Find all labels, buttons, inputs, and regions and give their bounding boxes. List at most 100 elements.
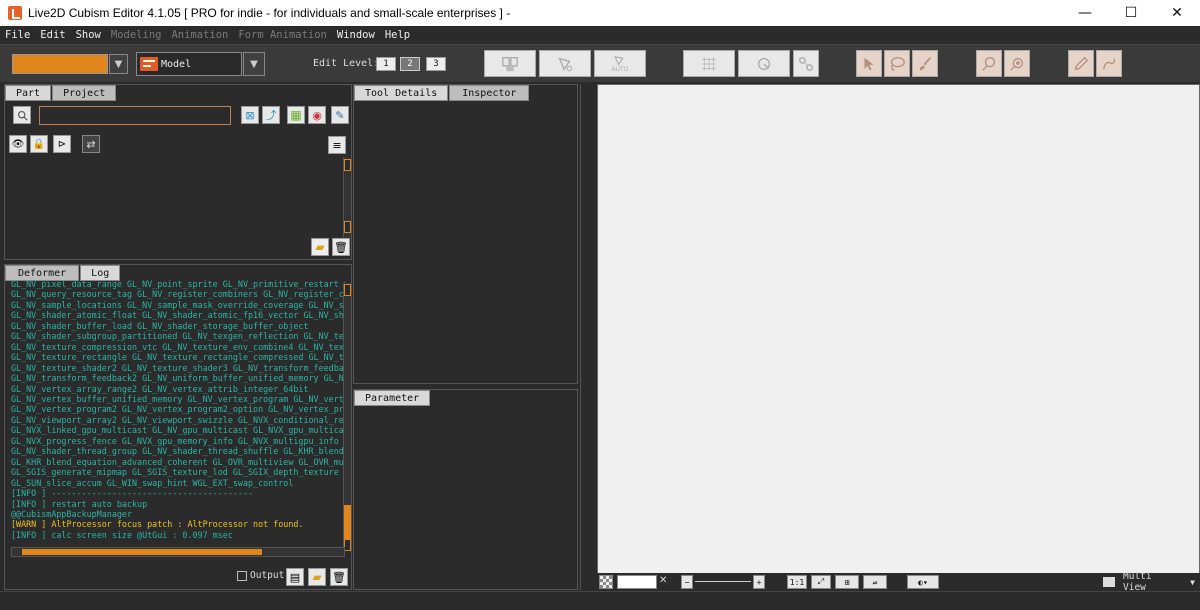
zoom-out-button[interactable]: − — [681, 575, 693, 589]
log-line: GL_NV_vertex_program2 GL_NV_vertex_progr… — [11, 404, 345, 415]
folder-open-icon: ▰ — [312, 570, 322, 584]
log-line: GL_SGIS_generate_mipmap GL_SGIS_texture_… — [11, 467, 345, 478]
tab-part[interactable]: Part — [5, 85, 52, 101]
log-line: GL_NV_transform_feedback2 GL_NV_uniform_… — [11, 373, 345, 384]
output-checkbox[interactable] — [237, 570, 247, 581]
log-scroll-top-marker — [344, 284, 351, 296]
multi-view-button[interactable]: Multi View ▼ — [1103, 571, 1195, 593]
select-all-button[interactable]: ⊠ — [241, 106, 259, 124]
texture-atlas-button[interactable] — [484, 50, 536, 77]
log-scroll-thumb[interactable] — [344, 505, 351, 539]
auto-mesh-button[interactable]: AUTO — [594, 50, 646, 77]
rotation-deformer-button[interactable] — [738, 50, 790, 77]
tab-inspector[interactable]: Inspector — [449, 85, 530, 101]
lasso-icon — [890, 56, 905, 71]
view-toolbar: ✕ − + 1:1 ⤢ ⊞ ⇌ ◐▾ Multi View ▼ — [597, 571, 1200, 593]
menu-window[interactable]: Window — [332, 29, 380, 41]
log-folder-button[interactable]: ▰ — [308, 568, 326, 586]
maximize-button[interactable]: ☐ — [1108, 0, 1154, 26]
document-select[interactable] — [12, 54, 108, 74]
expand-toggle[interactable]: ⊳ — [53, 135, 71, 153]
delete-part-button[interactable]: 🗑 — [332, 238, 350, 256]
log-line: GL_NVX_linked_gpu_multicast GL_NV_gpu_mu… — [11, 425, 345, 436]
zoom-slider[interactable] — [695, 581, 751, 582]
link-button[interactable]: ⤴ — [262, 106, 280, 124]
document-select-chevron-down-icon[interactable]: ▼ — [109, 54, 128, 74]
path-tool-button[interactable] — [1096, 50, 1122, 77]
log-horizontal-scrollbar[interactable] — [11, 547, 345, 557]
search-button[interactable] — [13, 106, 31, 124]
brush-tool-button[interactable] — [912, 50, 938, 77]
minimize-button[interactable]: — — [1062, 0, 1108, 26]
zoom-in-button[interactable]: + — [753, 575, 765, 589]
new-folder-button[interactable]: ▰ — [311, 238, 329, 256]
tab-parameter[interactable]: Parameter — [354, 390, 431, 406]
menu-animation[interactable]: Animation — [166, 29, 233, 41]
pin-tool-button[interactable] — [976, 50, 1002, 77]
log-scroll-bottom-marker — [344, 539, 351, 551]
zoom-close-icon[interactable]: ✕ — [659, 575, 667, 586]
log-copy-button[interactable]: ▤ — [286, 568, 304, 586]
trash-icon: 🗑 — [332, 570, 346, 584]
plus-icon: + — [756, 577, 762, 587]
pin-settings-button[interactable] — [1004, 50, 1030, 77]
edit-level-2-button[interactable]: 2 — [400, 57, 420, 71]
part-search-input[interactable] — [39, 106, 231, 125]
arrow-tool-button[interactable] — [856, 50, 882, 77]
warp-deformer-button[interactable] — [683, 50, 735, 77]
visibility-toggle[interactable]: 👁 — [9, 135, 27, 153]
tab-tool-details[interactable]: Tool Details — [354, 85, 449, 101]
log-line: GL_KHR_blend_equation_advanced_coherent … — [11, 456, 345, 467]
model-select-chevron-down-icon[interactable]: ▼ — [243, 52, 265, 76]
edit-level-1-button[interactable]: 1 — [376, 57, 396, 71]
view-canvas[interactable] — [597, 84, 1200, 574]
menu-show[interactable]: Show — [71, 29, 106, 41]
mesh-icon — [558, 57, 573, 71]
flip-view-button[interactable]: ⇌ — [863, 575, 887, 589]
lock-toggle[interactable]: 🔒 — [30, 135, 48, 153]
main-toolbar: ▼ Model ▼ Edit Level: 1 2 3 AUTO — [0, 44, 1200, 82]
new-part-button[interactable]: ▦ — [287, 106, 305, 124]
log-output: GL_NV_pixel_data_range GL_NV_point_sprit… — [11, 279, 345, 549]
log-clear-button[interactable]: 🗑 — [330, 568, 348, 586]
eye-icon: 👁 — [11, 138, 25, 150]
menu-edit[interactable]: Edit — [35, 29, 70, 41]
panel-splitter[interactable] — [580, 84, 595, 590]
log-scrollbar[interactable] — [343, 283, 351, 551]
app-logo-icon — [8, 6, 22, 20]
actual-size-button[interactable]: 1:1 — [787, 575, 807, 589]
pen-button[interactable]: ✎ — [331, 106, 349, 124]
menu-help[interactable]: Help — [380, 29, 415, 41]
grid-view-button[interactable]: ⊞ — [835, 575, 859, 589]
hamburger-menu-icon: ≡ — [332, 138, 342, 152]
menu-modeling[interactable]: Modeling — [106, 29, 167, 41]
menu-file[interactable]: File — [0, 29, 35, 41]
lasso-tool-button[interactable] — [884, 50, 910, 77]
grid-icon: ⊞ — [844, 577, 850, 587]
log-hscroll-thumb[interactable] — [22, 549, 262, 555]
transparency-toggle[interactable] — [599, 575, 613, 589]
output-option[interactable]: Output — [237, 570, 284, 581]
part-scrollbar[interactable] — [343, 157, 351, 239]
zoom-input[interactable] — [617, 575, 657, 589]
menu-bar: File Edit Show Modeling Animation Form Animat… — [0, 26, 1200, 44]
close-button[interactable]: ✕ — [1154, 0, 1200, 26]
trash-icon: 🗑 — [334, 240, 348, 254]
glue-button[interactable] — [793, 50, 819, 77]
auto-label: AUTO — [611, 66, 629, 73]
fit-view-button[interactable]: ⤢ — [811, 575, 831, 589]
panel-menu-button[interactable]: ≡ — [328, 136, 346, 154]
swap-button[interactable]: ⇄ — [82, 135, 100, 153]
title-bar: Live2D Cubism Editor 4.1.05 [ PRO for in… — [0, 0, 1200, 26]
pen-tool-button[interactable] — [1068, 50, 1094, 77]
tab-project[interactable]: Project — [52, 85, 117, 101]
glue-icon — [799, 56, 813, 71]
record-button[interactable]: ◉ — [308, 106, 326, 124]
display-mode-toggle[interactable]: ◐▾ — [907, 575, 939, 589]
scroll-top-marker — [344, 159, 351, 171]
edit-level-3-button[interactable]: 3 — [426, 57, 446, 71]
mesh-edit-button[interactable] — [539, 50, 591, 77]
menu-form-animation[interactable]: Form Animation — [233, 29, 332, 41]
model-select[interactable]: Model — [136, 52, 242, 76]
pin-gear-icon — [1010, 57, 1024, 71]
